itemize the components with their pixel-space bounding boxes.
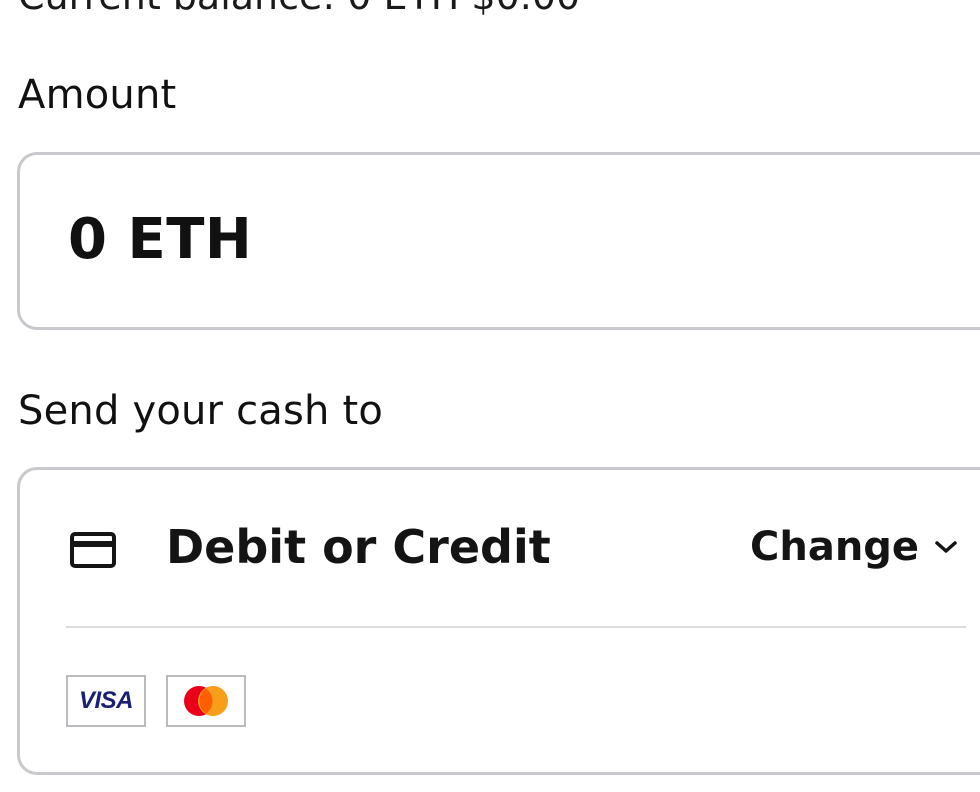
amount-value: 0 ETH bbox=[68, 207, 253, 272]
send-to-label: Send your cash to bbox=[18, 388, 384, 434]
change-label: Change bbox=[750, 524, 920, 570]
divider bbox=[66, 626, 966, 628]
sell-crypto-form: Current balance: 0 ETH $0.00 Amount 0 ET… bbox=[0, 0, 980, 792]
mastercard-logo bbox=[184, 686, 228, 716]
chevron-down-icon bbox=[935, 541, 957, 553]
change-method-button[interactable]: Change bbox=[750, 524, 959, 570]
payout-method-card[interactable]: Debit or Credit Change VISA bbox=[17, 467, 980, 775]
mastercard-icon bbox=[166, 675, 246, 727]
credit-card-icon bbox=[70, 532, 116, 568]
amount-label: Amount bbox=[18, 72, 177, 118]
amount-input[interactable]: 0 ETH bbox=[17, 152, 980, 330]
payout-method-label: Debit or Credit bbox=[166, 520, 551, 574]
balance-text: Current balance: 0 ETH $0.00 bbox=[18, 0, 580, 18]
visa-logo-text: VISA bbox=[78, 687, 134, 714]
visa-icon: VISA bbox=[66, 675, 146, 727]
